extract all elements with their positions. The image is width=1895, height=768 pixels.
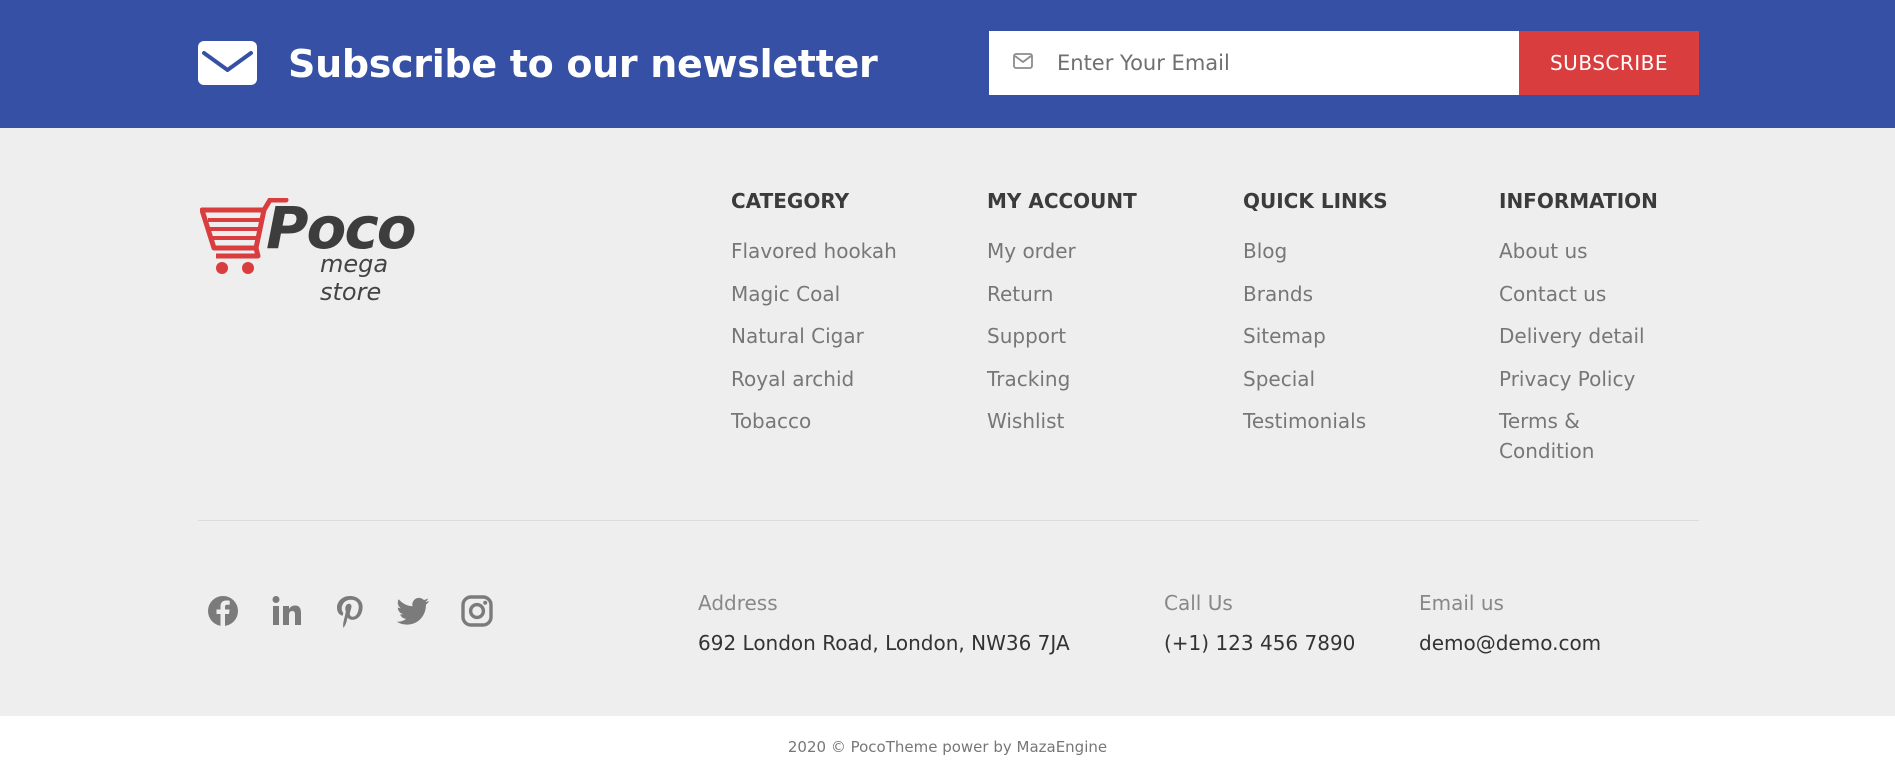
information-link[interactable]: Privacy Policy (1499, 364, 1679, 394)
category-link[interactable]: Tobacco (731, 406, 951, 436)
logo-tagline: mega store (320, 250, 389, 306)
category-link[interactable]: Magic Coal (731, 279, 951, 309)
linkedin-icon[interactable] (270, 594, 304, 628)
information-link[interactable]: About us (1499, 236, 1679, 266)
category-link[interactable]: Natural Cigar (731, 321, 951, 351)
column-title: CATEGORY (731, 189, 850, 213)
quick-link[interactable]: Testimonials (1243, 406, 1463, 436)
address-label: Address (698, 591, 778, 615)
newsletter-banner: Subscribe to our newsletter SUBSCRIBE (0, 0, 1895, 128)
footer-divider (198, 520, 1699, 521)
account-link[interactable]: Wishlist (987, 406, 1207, 436)
subscribe-button[interactable]: SUBSCRIBE (1519, 31, 1699, 95)
column-title: MY ACCOUNT (987, 189, 1137, 213)
account-link[interactable]: My order (987, 236, 1207, 266)
facebook-icon[interactable] (206, 594, 240, 628)
column-title: INFORMATION (1499, 189, 1658, 213)
copyright-bar: 2020 © PocoTheme power by MazaEngine (0, 716, 1895, 768)
newsletter-title: Subscribe to our newsletter (288, 42, 878, 86)
email-label: Email us (1419, 591, 1504, 615)
twitter-icon[interactable] (396, 594, 430, 628)
quick-links-column: QUICK LINKS Blog Brands Sitemap Special … (1243, 188, 1463, 449)
category-link[interactable]: Flavored hookah (731, 236, 951, 266)
quick-link[interactable]: Brands (1243, 279, 1463, 309)
quick-link[interactable]: Blog (1243, 236, 1463, 266)
category-column: CATEGORY Flavored hookah Magic Coal Natu… (731, 188, 951, 449)
account-link[interactable]: Return (987, 279, 1207, 309)
pinterest-icon[interactable] (333, 594, 367, 628)
instagram-icon[interactable] (460, 594, 494, 628)
envelope-icon (1013, 53, 1033, 69)
information-column: INFORMATION About us Contact us Delivery… (1499, 188, 1679, 479)
account-link[interactable]: Support (987, 321, 1207, 351)
information-link[interactable]: Contact us (1499, 279, 1679, 309)
copyright-text: 2020 © PocoTheme power by MazaEngine (787, 738, 1108, 756)
quick-link[interactable]: Sitemap (1243, 321, 1463, 351)
information-link[interactable]: Delivery detail (1499, 321, 1679, 351)
envelope-icon (198, 41, 257, 85)
email-input[interactable] (989, 31, 1519, 95)
column-title: QUICK LINKS (1243, 189, 1388, 213)
email-field-wrapper (989, 31, 1519, 95)
quick-link[interactable]: Special (1243, 364, 1463, 394)
call-label: Call Us (1164, 591, 1233, 615)
information-link[interactable]: Terms & Condition (1499, 406, 1679, 466)
logo[interactable]: Poco mega store (200, 192, 450, 306)
my-account-column: MY ACCOUNT My order Return Support Track… (987, 188, 1207, 449)
address-value: 692 London Road, London, NW36 7JA (698, 631, 1070, 655)
footer: Poco mega store CATEGORY Flavored hookah… (0, 128, 1895, 716)
email-value[interactable]: demo@demo.com (1419, 630, 1601, 656)
category-link[interactable]: Royal archid (731, 364, 951, 394)
account-link[interactable]: Tracking (987, 364, 1207, 394)
phone-value[interactable]: (+1) 123 456 7890 (1164, 630, 1355, 656)
newsletter-form: SUBSCRIBE (989, 31, 1699, 95)
